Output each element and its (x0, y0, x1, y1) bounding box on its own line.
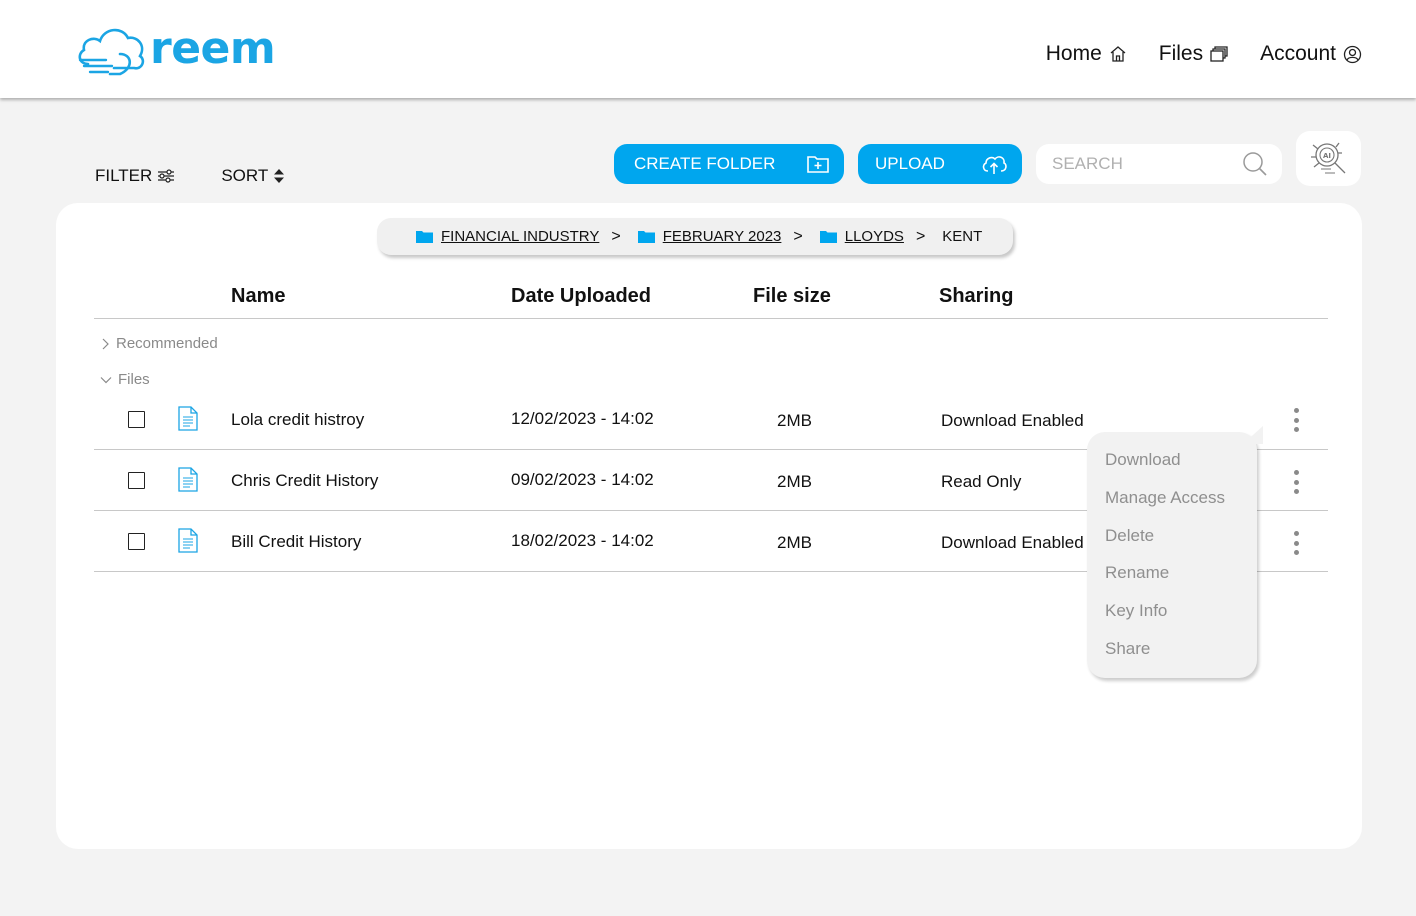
group-recommended[interactable]: Recommended (100, 335, 218, 352)
breadcrumb-item-february-2023[interactable]: FEBRUARY 2023 (637, 228, 782, 245)
breadcrumb-item-kent: KENT (942, 228, 982, 245)
folder-icon (416, 231, 433, 243)
filter-label: FILTER (95, 166, 153, 185)
breadcrumb-label: LLOYDS (844, 228, 904, 245)
nav-account-label: Account (1260, 42, 1336, 65)
brand-name: reem (150, 22, 276, 74)
row-checkbox[interactable] (128, 472, 145, 489)
create-folder-button[interactable]: CREATE FOLDER (614, 144, 844, 184)
file-name[interactable]: Chris Credit History (231, 471, 378, 491)
breadcrumb-current: KENT (942, 228, 983, 245)
file-sharing: Read Only (941, 472, 1022, 491)
menu-item-manage-access[interactable]: Manage Access (1105, 488, 1225, 508)
group-files[interactable]: Files (100, 371, 150, 388)
breadcrumb-label: FINANCIAL INDUSTRY (441, 228, 600, 245)
file-context-menu: Download Manage Access Delete Rename Key… (1087, 426, 1263, 678)
sliders-icon (158, 169, 175, 183)
row-checkbox[interactable] (128, 411, 145, 428)
chevron-right-icon (102, 338, 109, 349)
search-icon[interactable] (1242, 151, 1268, 177)
search-input[interactable] (1052, 154, 1222, 174)
group-recommended-label: Recommended (116, 335, 218, 352)
main-nav: Home Files Account (1046, 42, 1362, 66)
nav-files-label: Files (1158, 42, 1204, 65)
folder-icon (819, 231, 837, 243)
breadcrumb-item-lloyds[interactable]: LLOYDS (819, 228, 904, 245)
files-icon (1210, 46, 1228, 62)
document-icon (178, 467, 198, 492)
cloud-upload-icon (982, 156, 1007, 174)
top-bar: reem Home Files Account (0, 0, 1416, 98)
nav-files[interactable]: Files (1159, 42, 1228, 66)
breadcrumb: FINANCIAL INDUSTRY > FEBRUARY 2023 > LLO… (377, 218, 1013, 255)
sort-label: SORT (221, 166, 269, 185)
cloud-logo-icon (78, 28, 145, 76)
file-size: 2MB (777, 533, 812, 552)
menu-item-delete[interactable]: Delete (1105, 526, 1154, 546)
document-icon (178, 406, 198, 431)
column-header-name[interactable]: Name (231, 285, 285, 308)
file-date: 09/02/2023 - 14:02 (511, 470, 654, 489)
breadcrumb-label: FEBRUARY 2023 (662, 228, 782, 245)
chevron-right-icon: > (611, 227, 621, 245)
folder-icon (637, 231, 655, 243)
group-files-label: Files (118, 371, 150, 388)
file-size: 2MB (777, 472, 812, 491)
home-icon (1110, 46, 1126, 62)
svg-text:AI: AI (1322, 152, 1330, 160)
filter-sort-bar: FILTER SORT (95, 166, 285, 186)
upload-button[interactable]: UPLOAD (858, 144, 1022, 184)
ai-search-button[interactable]: AI (1296, 131, 1361, 186)
folder-add-icon (807, 156, 829, 173)
row-checkbox[interactable] (128, 533, 145, 550)
breadcrumb-item-financial-industry[interactable]: FINANCIAL INDUSTRY (416, 228, 599, 245)
menu-item-key-info[interactable]: Key Info (1105, 601, 1167, 621)
upload-label: UPLOAD (875, 154, 945, 173)
more-options-icon[interactable] (1286, 469, 1306, 495)
ai-magnifier-icon: AI (1310, 142, 1345, 174)
file-date: 18/02/2023 - 14:02 (511, 531, 654, 550)
column-header-date[interactable]: Date Uploaded (511, 285, 651, 308)
search-box (1036, 144, 1282, 184)
more-options-icon[interactable] (1286, 407, 1306, 433)
file-date: 12/02/2023 - 14:02 (511, 409, 654, 428)
file-name[interactable]: Lola credit histroy (231, 410, 364, 430)
account-icon (1343, 45, 1362, 63)
file-size: 2MB (777, 411, 812, 430)
column-header-size[interactable]: File size (753, 285, 831, 308)
chevron-right-icon: > (793, 227, 803, 245)
menu-item-rename[interactable]: Rename (1105, 563, 1169, 583)
brand-logo[interactable]: reem (76, 22, 276, 78)
file-sharing: Download Enabled (941, 411, 1084, 430)
filter-button[interactable]: FILTER (95, 166, 175, 186)
nav-home-label: Home (1045, 42, 1102, 65)
create-folder-label: CREATE FOLDER (634, 154, 776, 173)
sort-button[interactable]: SORT (221, 166, 285, 186)
table-header: Name Date Uploaded File size Sharing (94, 280, 1328, 319)
column-header-sharing[interactable]: Sharing (939, 285, 1013, 308)
chevron-right-icon: > (915, 227, 926, 245)
chevron-down-icon (100, 376, 112, 383)
file-sharing: Download Enabled (941, 533, 1084, 552)
file-name[interactable]: Bill Credit History (231, 532, 361, 552)
more-options-icon[interactable] (1286, 530, 1306, 556)
nav-account[interactable]: Account (1260, 42, 1362, 66)
document-icon (178, 528, 198, 553)
menu-item-download[interactable]: Download (1105, 450, 1181, 470)
sort-arrows-icon (274, 169, 285, 183)
menu-item-share[interactable]: Share (1105, 639, 1150, 659)
nav-home[interactable]: Home (1046, 42, 1127, 66)
